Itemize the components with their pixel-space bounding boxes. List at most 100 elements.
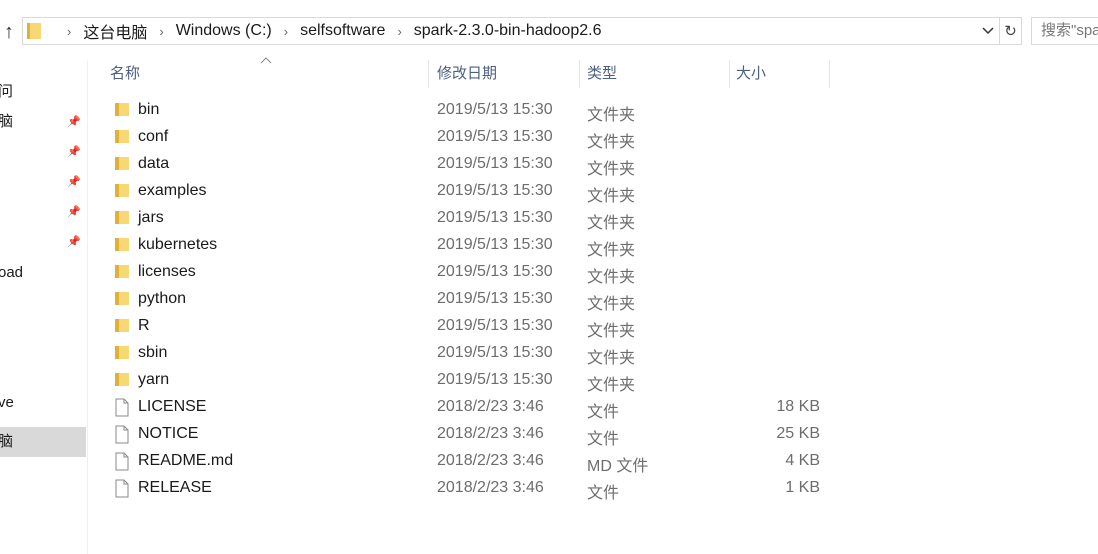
- file-row[interactable]: sbin 2019/5/13 15:30 文件夹: [88, 340, 1098, 367]
- file-date: 2019/5/13 15:30: [437, 344, 553, 361]
- file-explorer-window: ↑ › 这台电脑 › Windows (C:) › selfsoftware ›…: [0, 0, 1098, 554]
- breadcrumb-item-selfsoftware[interactable]: selfsoftware: [300, 22, 385, 40]
- file-type: 文件夹: [587, 323, 636, 340]
- file-row[interactable]: licenses 2019/5/13 15:30 文件夹: [88, 259, 1098, 286]
- file-type: 文件夹: [587, 242, 636, 259]
- file-size: 18 KB: [776, 398, 820, 415]
- chevron-right-icon[interactable]: ›: [397, 24, 401, 39]
- file-date: 2018/2/23 3:46: [437, 479, 544, 496]
- file-size: 1 KB: [785, 479, 820, 496]
- nav-item[interactable]: 问: [0, 77, 86, 107]
- file-type: 文件夹: [587, 107, 636, 124]
- column-header-size[interactable]: 大小: [736, 60, 830, 88]
- up-arrow-icon[interactable]: ↑: [0, 20, 18, 44]
- refresh-icon[interactable]: ↻: [999, 18, 1021, 44]
- pin-icon[interactable]: 📌: [67, 116, 81, 128]
- file-row[interactable]: kubernetes 2019/5/13 15:30 文件夹: [88, 232, 1098, 259]
- file-row[interactable]: RELEASE 2018/2/23 3:46 文件 1 KB: [88, 475, 1098, 502]
- folder-icon: [114, 101, 130, 119]
- file-name: python: [138, 290, 187, 307]
- pin-icon[interactable]: 📌: [67, 146, 81, 158]
- file-name: conf: [138, 128, 169, 145]
- folder-icon: [114, 182, 130, 200]
- nav-item[interactable]: 📌: [0, 227, 86, 257]
- file-type: 文件夹: [587, 296, 636, 313]
- folder-icon: [114, 128, 130, 146]
- navigation-pane: 问 脑 📌 📌 📌 📌 📌 oad ve 脑: [0, 60, 88, 554]
- chevron-right-icon[interactable]: ›: [67, 24, 71, 39]
- nav-item-this-pc[interactable]: 脑 📌: [0, 107, 86, 137]
- file-row[interactable]: R 2019/5/13 15:30 文件夹: [88, 313, 1098, 340]
- file-row[interactable]: jars 2019/5/13 15:30 文件夹: [88, 205, 1098, 232]
- file-date: 2019/5/13 15:30: [437, 155, 553, 172]
- chevron-right-icon[interactable]: ›: [159, 24, 163, 39]
- file-type: 文件: [587, 404, 620, 421]
- file-name: sbin: [138, 344, 168, 361]
- file-type: MD 文件: [587, 458, 649, 475]
- file-size: 25 KB: [776, 425, 820, 442]
- folder-icon: [114, 317, 130, 335]
- file-row[interactable]: bin 2019/5/13 15:30 文件夹: [88, 97, 1098, 124]
- file-icon: [114, 425, 130, 444]
- folder-icon: [114, 344, 130, 362]
- nav-item[interactable]: 📌: [0, 197, 86, 227]
- file-icon: [114, 452, 130, 471]
- nav-item-label: oad: [0, 264, 24, 281]
- file-type: 文件夹: [587, 269, 636, 286]
- file-icon: [114, 398, 130, 417]
- nav-item[interactable]: 📌: [0, 137, 86, 167]
- nav-item-onedrive[interactable]: ve: [0, 388, 86, 418]
- column-header-date[interactable]: 修改日期: [437, 60, 580, 88]
- breadcrumb-item-drive-c[interactable]: Windows (C:): [176, 22, 272, 40]
- file-date: 2019/5/13 15:30: [437, 290, 553, 307]
- file-row[interactable]: examples 2019/5/13 15:30 文件夹: [88, 178, 1098, 205]
- nav-item-label: 脑: [0, 427, 13, 457]
- file-name: examples: [138, 182, 207, 199]
- nav-item-downloads[interactable]: oad: [0, 258, 86, 288]
- folder-icon: [114, 209, 130, 227]
- file-row[interactable]: LICENSE 2018/2/23 3:46 文件 18 KB: [88, 394, 1098, 421]
- file-date: 2019/5/13 15:30: [437, 263, 553, 280]
- column-header-type[interactable]: 类型: [587, 60, 730, 88]
- folder-icon: [114, 263, 130, 281]
- chevron-right-icon[interactable]: ›: [284, 24, 288, 39]
- folder-icon: [114, 371, 130, 389]
- file-row[interactable]: data 2019/5/13 15:30 文件夹: [88, 151, 1098, 178]
- file-type: 文件夹: [587, 161, 636, 178]
- search-input[interactable]: 搜索"spa: [1031, 17, 1098, 45]
- file-date: 2018/2/23 3:46: [437, 452, 544, 469]
- pin-icon[interactable]: 📌: [67, 176, 81, 188]
- address-bar[interactable]: › 这台电脑 › Windows (C:) › selfsoftware › s…: [22, 17, 1022, 45]
- column-header-size-label: 大小: [736, 65, 767, 82]
- nav-item[interactable]: 📌: [0, 167, 86, 197]
- nav-item-this-pc-selected[interactable]: 脑: [0, 427, 86, 457]
- nav-item-label: 问: [0, 77, 13, 107]
- file-name: yarn: [138, 371, 170, 388]
- file-icon: [114, 479, 130, 498]
- folder-icon: [27, 23, 41, 39]
- folder-icon: [114, 290, 130, 308]
- file-list: bin 2019/5/13 15:30 文件夹 conf 2019/5/13 15:30…: [88, 97, 1098, 502]
- file-row[interactable]: README.md 2018/2/23 3:46 MD 文件 4 KB: [88, 448, 1098, 475]
- breadcrumb-item-this-pc[interactable]: 这台电脑: [83, 19, 147, 43]
- chevron-down-icon[interactable]: [979, 21, 997, 41]
- file-row[interactable]: NOTICE 2018/2/23 3:46 文件 25 KB: [88, 421, 1098, 448]
- file-row[interactable]: yarn 2019/5/13 15:30 文件夹: [88, 367, 1098, 394]
- file-size: 4 KB: [785, 452, 820, 469]
- file-type: 文件夹: [587, 215, 636, 232]
- pin-icon[interactable]: 📌: [67, 206, 81, 218]
- column-header-date-label: 修改日期: [437, 65, 498, 82]
- file-row[interactable]: conf 2019/5/13 15:30 文件夹: [88, 124, 1098, 151]
- file-type: 文件夹: [587, 377, 636, 394]
- file-date: 2019/5/13 15:30: [437, 317, 553, 334]
- file-name: data: [138, 155, 170, 172]
- pin-icon[interactable]: 📌: [67, 236, 81, 248]
- column-header-name-label: 名称: [110, 65, 141, 82]
- column-headers: 名称 修改日期 类型 大小: [88, 57, 1098, 90]
- file-date: 2019/5/13 15:30: [437, 236, 553, 253]
- breadcrumb-item-spark[interactable]: spark-2.3.0-bin-hadoop2.6: [414, 22, 602, 40]
- file-date: 2019/5/13 15:30: [437, 182, 553, 199]
- column-header-name[interactable]: 名称: [110, 60, 429, 88]
- file-row[interactable]: python 2019/5/13 15:30 文件夹: [88, 286, 1098, 313]
- navigation-bar: ↑ › 这台电脑 › Windows (C:) › selfsoftware ›…: [0, 0, 1098, 60]
